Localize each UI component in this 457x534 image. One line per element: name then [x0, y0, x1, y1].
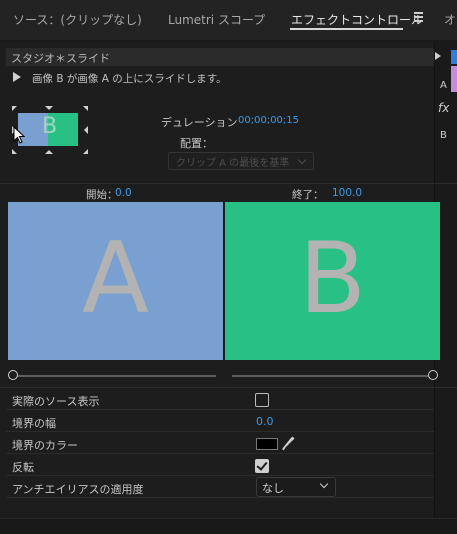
strip-label-b: B: [440, 130, 447, 141]
effect-title: スタジオ＊スライド: [11, 52, 110, 65]
start-slider-handle[interactable]: [8, 369, 18, 380]
panel-menu-icon[interactable]: [414, 12, 423, 22]
tab-overflow[interactable]: オ: [444, 11, 456, 28]
tab-effect-controls[interactable]: エフェクトコントロール: [291, 11, 423, 28]
show-actual-sources-label: 実際のソース表示: [12, 395, 100, 408]
active-tab-indicator: [290, 28, 403, 30]
divider: [0, 387, 457, 388]
preview-clip-a: A: [8, 202, 223, 360]
start-value[interactable]: 0.0: [115, 187, 132, 199]
border-width-value[interactable]: 0.0: [256, 415, 274, 428]
play-icon[interactable]: [13, 72, 21, 82]
end-value[interactable]: 100.0: [332, 187, 362, 199]
divider: [6, 475, 434, 476]
start-slider-track[interactable]: [18, 375, 216, 377]
preview-b-letter: B: [298, 222, 367, 336]
end-slider-handle[interactable]: [428, 369, 438, 380]
fx-icon[interactable]: fx: [438, 101, 449, 115]
placement-label: 配置：: [180, 137, 213, 150]
strip-label-a: A: [440, 80, 447, 91]
border-width-label: 境界の幅: [12, 417, 56, 430]
border-color-swatch[interactable]: [256, 438, 278, 450]
end-label: 終了：: [292, 189, 324, 201]
border-color-label: 境界のカラー: [12, 439, 78, 452]
tab-source[interactable]: ソース：(クリップなし): [13, 11, 142, 28]
reverse-label: 反転: [12, 461, 34, 474]
divider: [6, 409, 434, 410]
duration-value[interactable]: 00;00;00;15: [238, 115, 299, 126]
divider: [6, 453, 434, 454]
divider: [0, 40, 457, 42]
divider: [6, 497, 434, 498]
show-actual-sources-checkbox[interactable]: [255, 393, 269, 407]
divider: [0, 183, 457, 184]
divider: [6, 431, 434, 432]
preview-a-letter: A: [81, 222, 150, 336]
timecode-bar: [0, 518, 457, 534]
tab-lumetri-scopes[interactable]: Lumetri スコープ: [168, 11, 265, 28]
start-label: 開始：: [86, 189, 118, 201]
eyedropper-icon[interactable]: [282, 435, 296, 451]
placement-dropdown-value: クリップ A の最後を基準: [176, 158, 290, 169]
timeline-clip-pink[interactable]: [451, 66, 457, 92]
duration-label: デュレーション: [161, 116, 238, 129]
reverse-checkbox[interactable]: [255, 459, 269, 473]
end-slider-track[interactable]: [232, 375, 428, 377]
effect-description: 画像 B が画像 A の上にスライドします。: [32, 73, 227, 85]
preview-clip-b: B: [225, 202, 440, 360]
timeline-marker-blue: [451, 50, 457, 64]
mouse-cursor-icon: [13, 126, 25, 144]
antialias-label: アンチエイリアスの適用度: [12, 483, 144, 496]
expand-arrow-icon[interactable]: [434, 51, 442, 64]
antialias-dropdown-value: なし: [262, 482, 284, 495]
